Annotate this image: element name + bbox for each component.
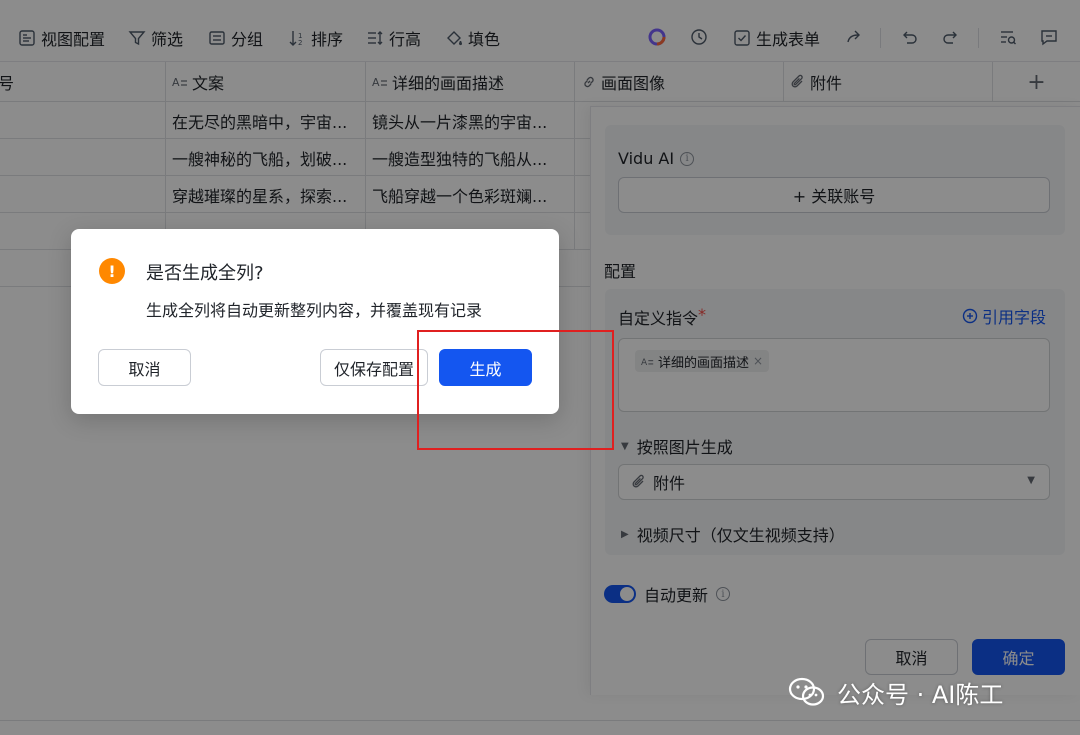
dialog-description: 生成全列将自动更新整列内容，并覆盖现有记录 — [146, 301, 483, 320]
wechat-logo-icon — [788, 677, 825, 706]
save-config-only-button[interactable]: 仅保存配置 — [320, 349, 428, 386]
warning-icon: ! — [99, 258, 125, 284]
watermark: 公众号 · AI陈工 — [787, 674, 1003, 710]
dialog-title: 是否生成全列? — [146, 263, 264, 284]
watermark-text: 公众号 · AI陈工 — [837, 680, 1004, 709]
highlight-annotation-box — [417, 330, 614, 450]
save-config-only-label: 仅保存配置 — [333, 359, 414, 379]
dialog-cancel-button[interactable]: 取消 — [98, 349, 191, 386]
dialog-cancel-label: 取消 — [128, 359, 161, 379]
